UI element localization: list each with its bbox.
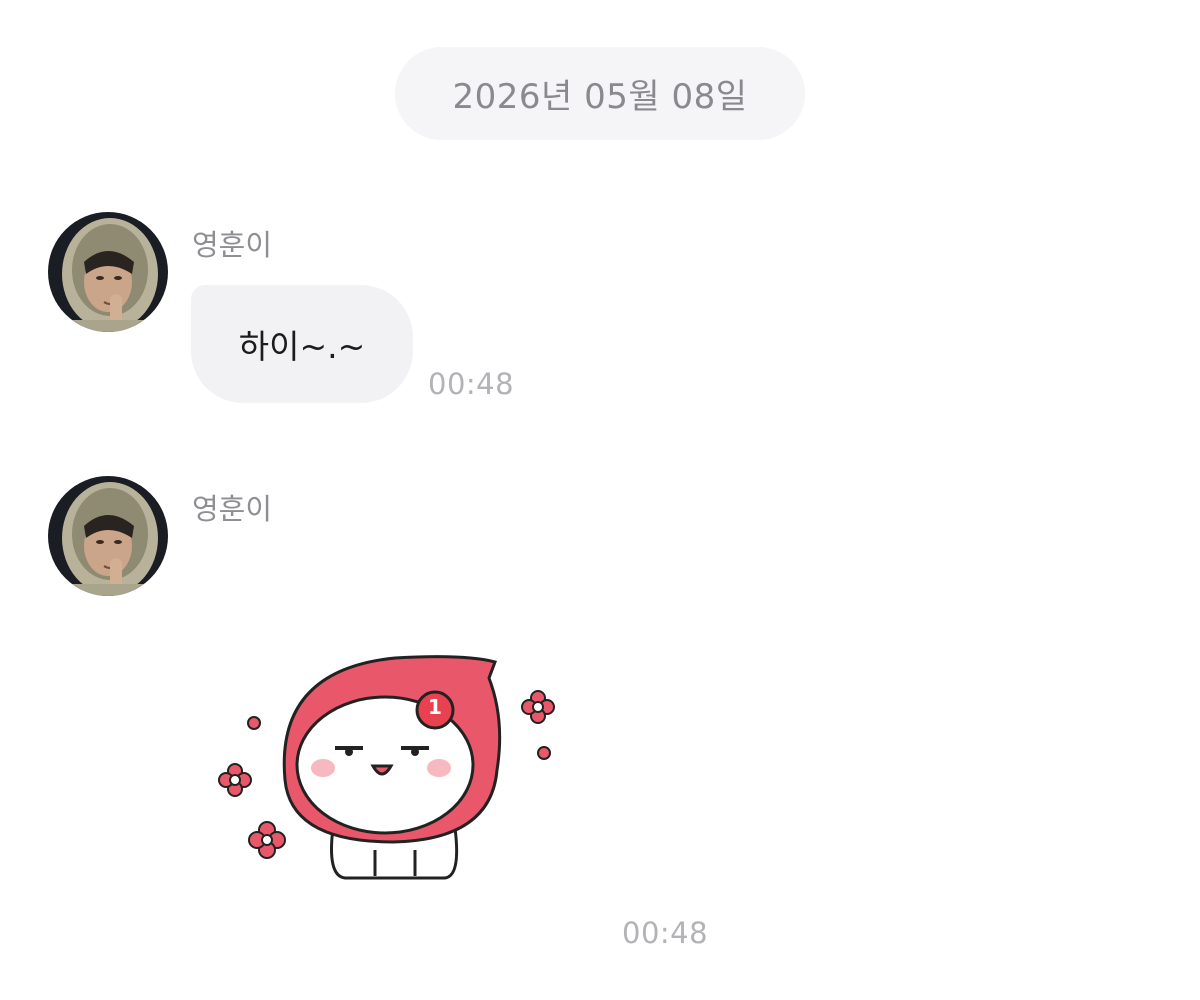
message-bubble[interactable]: 하이~.~ <box>191 285 413 403</box>
sender-avatar[interactable] <box>48 212 168 332</box>
sticker-badge: 1 <box>428 695 442 719</box>
avatar-photo <box>48 212 168 332</box>
sender-name: 영훈이 <box>192 228 273 262</box>
message-time: 00:48 <box>428 367 515 401</box>
sticker-message[interactable]: 1 <box>205 650 575 890</box>
date-divider-label: 2026년 05월 08일 <box>452 77 748 117</box>
message-time: 00:48 <box>622 916 709 950</box>
avatar-photo <box>48 476 168 596</box>
date-divider: 2026년 05월 08일 <box>395 47 805 140</box>
sender-avatar[interactable] <box>48 476 168 596</box>
message-text: 하이~.~ <box>238 327 366 366</box>
sticker-character-icon <box>218 655 555 880</box>
sender-name: 영훈이 <box>192 492 273 526</box>
